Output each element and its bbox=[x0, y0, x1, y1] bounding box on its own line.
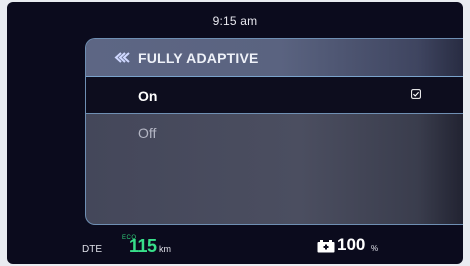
panel-header: FULLY ADAPTIVE bbox=[86, 39, 463, 77]
range-unit: km bbox=[159, 244, 171, 254]
battery-value: 100 bbox=[337, 235, 366, 254]
option-on[interactable]: On bbox=[86, 77, 463, 114]
option-off-label: Off bbox=[138, 125, 157, 141]
dte-label: DTE bbox=[82, 244, 102, 255]
range-value: 115 bbox=[129, 236, 157, 256]
battery-unit: % bbox=[371, 244, 379, 253]
checkbox-checked-icon bbox=[411, 89, 421, 99]
battery-icon bbox=[317, 240, 335, 253]
panel-title: FULLY ADAPTIVE bbox=[138, 50, 259, 66]
option-off[interactable]: Off bbox=[86, 114, 463, 150]
vehicle-display: 9:15 am FULLY ADAPTIVE On Off DTE ECO 11… bbox=[7, 2, 463, 264]
option-on-label: On bbox=[138, 88, 158, 104]
bottom-status-bar: DTE ECO 115 km 100 % bbox=[7, 230, 463, 264]
fully-adaptive-panel: FULLY ADAPTIVE On Off bbox=[85, 38, 463, 225]
double-chevron-left-icon[interactable] bbox=[114, 52, 132, 63]
status-time: 9:15 am bbox=[212, 14, 258, 28]
